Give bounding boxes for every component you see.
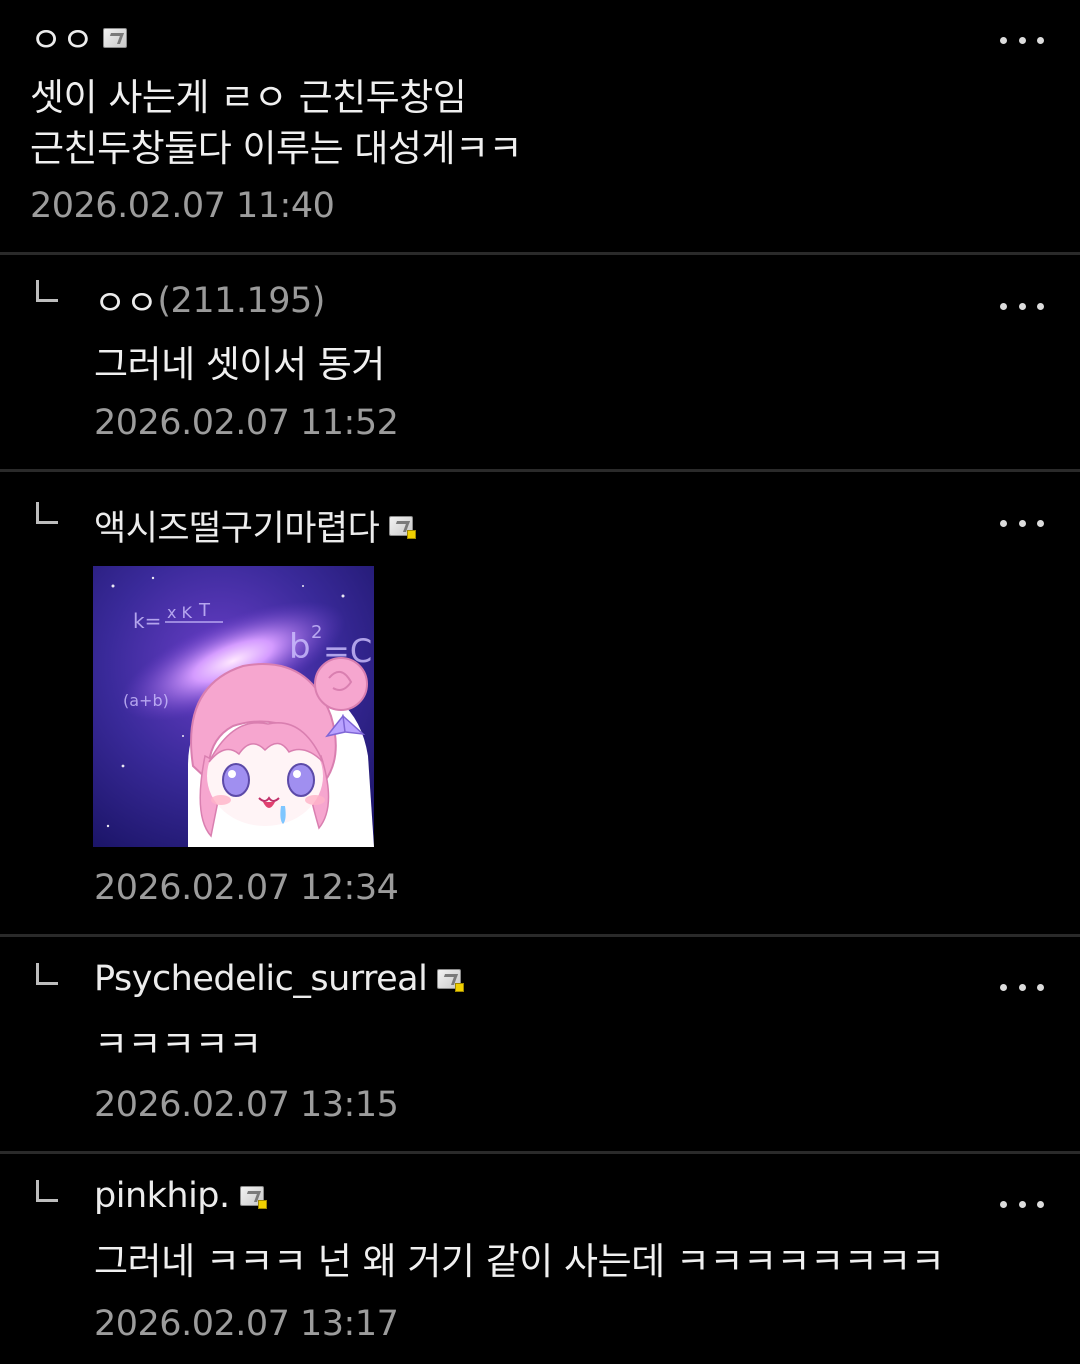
dccon-image[interactable]: k= x K T b 2 =C (a+b) bbox=[93, 566, 374, 847]
dccon-equation: 2 bbox=[311, 622, 322, 643]
comment-author[interactable]: Psychedelic_surreal bbox=[94, 959, 465, 999]
dccon-equation: k= bbox=[133, 609, 161, 633]
reply-item: Psychedelic_surreal ㅋㅋㅋㅋㅋ 2026.02.07 13:… bbox=[0, 937, 1080, 1152]
reply-item: ㅇㅇ (211.195) 그러네 셋이서 동거 2026.02.07 11:52 bbox=[0, 255, 1080, 470]
dccon-equation: T bbox=[198, 600, 211, 621]
nickname[interactable]: ㅇㅇ bbox=[94, 275, 158, 326]
more-dots-icon[interactable] bbox=[1000, 981, 1044, 993]
comment-text: ㅋㅋㅋㅋㅋ bbox=[94, 1023, 262, 1066]
reply-arrow-icon bbox=[36, 963, 58, 985]
fixed-nick-badge-icon bbox=[389, 515, 417, 539]
comment-timestamp: 2026.02.07 12:34 bbox=[94, 868, 399, 908]
reply-arrow-icon bbox=[36, 280, 58, 302]
fixed-nick-badge-icon bbox=[437, 969, 465, 992]
more-dots-icon[interactable] bbox=[1000, 34, 1044, 46]
comment-text: 셋이 사는게 ㄹㅇ 근친두창임 근친두창둘다 이루는 대성게ㅋㅋ bbox=[30, 76, 523, 170]
dccon-equation: (a+b) bbox=[123, 691, 169, 710]
more-dots-icon[interactable] bbox=[1000, 1198, 1044, 1210]
comment-timestamp: 2026.02.07 11:52 bbox=[94, 403, 399, 443]
comment-author[interactable]: ㅇㅇ bbox=[30, 12, 128, 63]
comment-author[interactable]: 액시즈떨구기마렵다 bbox=[94, 500, 417, 551]
more-dots-icon[interactable] bbox=[1000, 517, 1044, 529]
fixed-nick-badge-icon bbox=[239, 1186, 267, 1209]
more-dots-icon[interactable] bbox=[1000, 300, 1044, 312]
reply-arrow-icon bbox=[36, 502, 58, 524]
comment-item: ㅇㅇ 셋이 사는게 ㄹㅇ 근친두창임 근친두창둘다 이루는 대성게ㅋㅋ 2026… bbox=[0, 0, 1080, 254]
reply-arrow-icon bbox=[36, 1180, 58, 1202]
comment-text: 그러네 셋이서 동거 bbox=[94, 343, 385, 386]
comment-timestamp: 2026.02.07 11:40 bbox=[30, 186, 335, 226]
comment-timestamp: 2026.02.07 13:17 bbox=[94, 1304, 399, 1344]
nickname[interactable]: 액시즈떨구기마렵다 bbox=[94, 500, 380, 551]
fixed-nick-badge-icon bbox=[103, 27, 128, 48]
reply-item: pinkhip. 그러네 ㅋㅋㅋ 넌 왜 거기 같이 사는데 ㅋㅋㅋㅋㅋㅋㅋㅋ … bbox=[0, 1154, 1080, 1364]
comment-text: 그러네 ㅋㅋㅋ 넌 왜 거기 같이 사는데 ㅋㅋㅋㅋㅋㅋㅋㅋ bbox=[94, 1240, 945, 1283]
comment-timestamp: 2026.02.07 13:15 bbox=[94, 1085, 399, 1125]
dccon-equation: x K bbox=[167, 603, 193, 622]
nickname[interactable]: pinkhip. bbox=[94, 1176, 230, 1216]
nickname[interactable]: Psychedelic_surreal bbox=[94, 959, 428, 999]
comment-author[interactable]: pinkhip. bbox=[94, 1176, 267, 1216]
dccon-equation: b bbox=[289, 627, 311, 667]
nickname[interactable]: ㅇㅇ bbox=[30, 12, 94, 63]
ip-address: (211.195) bbox=[157, 280, 325, 321]
comment-author[interactable]: ㅇㅇ (211.195) bbox=[94, 275, 325, 326]
